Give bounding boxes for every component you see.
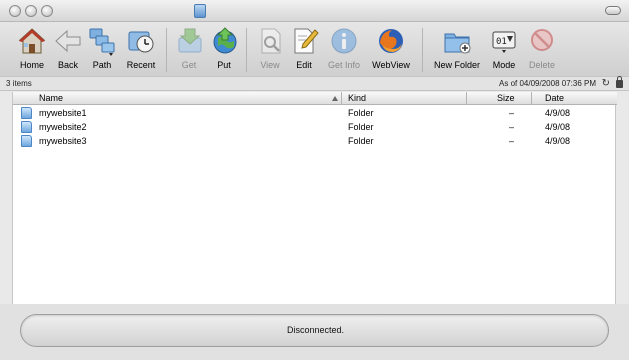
- put-button[interactable]: Put: [210, 26, 238, 74]
- item-kind: Folder: [348, 108, 374, 118]
- view-button[interactable]: View: [256, 26, 284, 74]
- new-folder-button[interactable]: New Folder: [431, 26, 483, 74]
- get-download-icon: [178, 28, 202, 53]
- item-name: mywebsite2: [39, 122, 87, 132]
- get-info-label: Get Info: [327, 60, 361, 70]
- toolbar-separator: [422, 28, 423, 72]
- list-item[interactable]: mywebsite3 Folder – 4/9/08: [13, 134, 617, 148]
- refresh-icon[interactable]: ↻: [602, 78, 610, 89]
- recent-label: Recent: [126, 60, 156, 70]
- connection-status-text: Disconnected.: [286, 325, 345, 335]
- delete-label: Delete: [528, 60, 555, 70]
- column-header-kind[interactable]: Kind: [348, 93, 366, 103]
- folder-icon: [21, 121, 32, 133]
- get-info-button[interactable]: Get Info: [324, 26, 364, 74]
- list-header: Name Kind Size Date: [13, 92, 617, 105]
- list-item[interactable]: mywebsite2 Folder – 4/9/08: [13, 120, 617, 134]
- mode-button[interactable]: 01 Mode: [489, 26, 519, 74]
- item-date: 4/9/08: [545, 122, 571, 132]
- home-label: Home: [19, 60, 44, 70]
- sort-ascending-icon: [332, 96, 338, 101]
- delete-icon: [531, 29, 553, 51]
- mode-label: Mode: [492, 60, 516, 70]
- column-header-name[interactable]: Name: [39, 93, 63, 103]
- view-document-icon: [261, 28, 281, 54]
- new-folder-icon: [444, 33, 471, 54]
- toolbar-toggle-button[interactable]: [605, 6, 621, 15]
- edit-document-icon: [294, 28, 319, 54]
- back-arrow-icon: [55, 29, 81, 53]
- minimize-window-button[interactable]: [25, 5, 37, 17]
- lock-icon[interactable]: [616, 76, 623, 88]
- recent-button[interactable]: Recent: [121, 26, 161, 74]
- list-item[interactable]: mywebsite1 Folder – 4/9/08: [13, 106, 617, 120]
- home-icon: [18, 28, 46, 54]
- info-bar: 3 items As of 04/09/2008 07:36 PM ↻: [0, 76, 629, 91]
- column-divider[interactable]: [531, 92, 532, 105]
- item-name: mywebsite3: [39, 136, 87, 146]
- connection-status-bar: Disconnected.: [20, 314, 609, 347]
- toolbar-separator: [166, 28, 167, 72]
- path-button[interactable]: Path: [86, 26, 118, 74]
- item-kind: Folder: [348, 136, 374, 146]
- item-kind: Folder: [348, 122, 374, 132]
- path-label: Path: [92, 60, 112, 70]
- svg-text:01: 01: [496, 37, 507, 47]
- path-icon: [89, 28, 115, 56]
- zoom-window-button[interactable]: [41, 5, 53, 17]
- home-button[interactable]: Home: [14, 26, 50, 74]
- item-date: 4/9/08: [545, 108, 571, 118]
- proxy-folder-icon: [194, 4, 206, 18]
- mode-icon: 01: [492, 31, 516, 53]
- get-label: Get: [181, 60, 197, 70]
- toolbar-separator: [246, 28, 247, 72]
- edit-label: Edit: [296, 60, 312, 70]
- recent-icon: [128, 31, 154, 53]
- item-name: mywebsite1: [39, 108, 87, 118]
- info-icon: [331, 28, 357, 54]
- column-divider[interactable]: [341, 92, 342, 105]
- ftp-browser-window: Home Back Path Recent Get Put View Edit …: [0, 0, 629, 360]
- edit-button[interactable]: Edit: [290, 26, 319, 74]
- file-list: Name Kind Size Date mywebsite1 Folder – …: [12, 92, 617, 304]
- item-size: –: [509, 122, 515, 132]
- item-date: 4/9/08: [545, 136, 571, 146]
- column-header-size[interactable]: Size: [497, 93, 515, 103]
- close-window-button[interactable]: [9, 5, 21, 17]
- title-bar: [0, 0, 629, 22]
- folder-icon: [21, 135, 32, 147]
- put-label: Put: [217, 60, 231, 70]
- status-area: Disconnected.: [0, 304, 629, 360]
- new-folder-label: New Folder: [433, 60, 480, 70]
- back-label: Back: [57, 60, 78, 70]
- get-button[interactable]: Get: [175, 26, 203, 74]
- item-count: 3 items: [6, 79, 32, 88]
- toolbar: Home Back Path Recent Get Put View Edit …: [0, 22, 629, 76]
- view-label: View: [260, 60, 280, 70]
- delete-button[interactable]: Delete: [525, 26, 559, 74]
- column-divider[interactable]: [466, 92, 467, 105]
- firefox-icon: [379, 29, 403, 53]
- item-size: –: [509, 136, 515, 146]
- back-button[interactable]: Back: [53, 26, 83, 74]
- webview-label: WebView: [372, 60, 410, 70]
- column-header-date[interactable]: Date: [545, 93, 564, 103]
- put-upload-globe-icon: [213, 27, 237, 54]
- webview-button[interactable]: WebView: [369, 26, 413, 74]
- folder-icon: [21, 107, 32, 119]
- last-updated-timestamp: As of 04/09/2008 07:36 PM: [499, 79, 596, 88]
- item-size: –: [509, 108, 515, 118]
